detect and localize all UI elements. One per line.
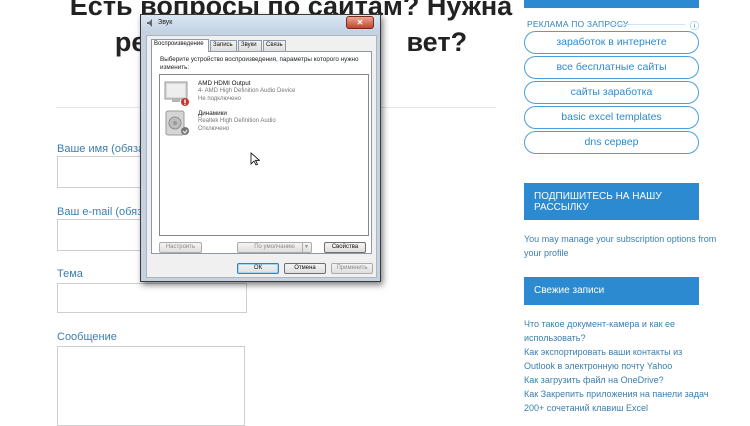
speaker-icon	[147, 19, 152, 27]
monitor-icon	[164, 81, 189, 106]
tab-communications[interactable]: Связь	[263, 40, 286, 51]
device-state: Отключено	[198, 126, 230, 132]
heading-line-2-right: вет?	[406, 27, 468, 57]
ad-link[interactable]: все бесплатные сайты	[524, 56, 699, 79]
sound-dialog: Звук ✕ Воспроизведение Запись Звуки Связ…	[140, 14, 381, 282]
subscribe-title: ПОДПИШИТЕСЬ НА НАШУ РАССЫЛКУ	[524, 183, 699, 220]
device-prompt: Выберите устройство воспроизведения, пар…	[160, 56, 359, 71]
ad-link[interactable]: basic excel templates	[524, 106, 699, 129]
device-state: Не подключено	[198, 96, 241, 102]
device-item-hdmi[interactable]: AMD HDMI Output 4- AMD High Definition A…	[163, 79, 363, 107]
subscribe-text[interactable]: You may manage your subscription options…	[524, 232, 724, 260]
cancel-button[interactable]: Отмена	[284, 263, 326, 274]
post-link[interactable]: Что такое документ-камера и как ее	[524, 317, 734, 331]
device-item-speakers[interactable]: Динамики Realtek High Definition Audio О…	[163, 109, 363, 137]
ok-button[interactable]: ОК	[237, 263, 279, 274]
configure-button[interactable]: Настроить	[159, 242, 202, 253]
post-link[interactable]: 200+ сочетаний клавиш Excel	[524, 401, 734, 415]
speaker-icon	[165, 110, 189, 136]
sidebar-header-bar	[524, 0, 699, 8]
ad-link[interactable]: сайты заработка	[524, 81, 699, 104]
ad-link[interactable]: заработок в интернете	[524, 31, 699, 54]
dropdown-arrow-icon: ▼	[302, 243, 310, 252]
dialog-title: Звук	[158, 19, 173, 26]
recent-posts-list: Что такое документ-камера и как ее испол…	[524, 317, 734, 415]
device-driver: 4- AMD High Definition Audio Device	[198, 88, 296, 94]
tab-playback[interactable]: Воспроизведение	[151, 39, 209, 52]
dialog-body: Воспроизведение Запись Звуки Связь Выбер…	[146, 35, 377, 278]
device-name: Динамики	[198, 110, 227, 117]
apply-button[interactable]: Применить	[331, 263, 373, 274]
device-list: AMD HDMI Output 4- AMD High Definition A…	[159, 74, 369, 236]
ad-divider	[613, 24, 685, 25]
set-default-button[interactable]: По умолчанию ▼	[237, 242, 312, 253]
post-link[interactable]: использовать?	[524, 331, 734, 345]
mouse-cursor-icon	[250, 152, 260, 166]
ad-link[interactable]: dns сервер	[524, 131, 699, 154]
recent-posts-title: Свежие записи	[524, 277, 699, 305]
device-driver: Realtek High Definition Audio	[198, 118, 276, 124]
post-link[interactable]: Outlook в электронную почту Yahoo	[524, 359, 734, 373]
tab-sounds[interactable]: Звуки	[238, 40, 262, 51]
set-default-label: По умолчанию	[254, 244, 295, 250]
dialog-titlebar[interactable]: Звук ✕	[141, 15, 380, 32]
post-link[interactable]: Как загрузить файл на OneDrive?	[524, 373, 734, 387]
message-label: Сообщение	[57, 331, 117, 343]
properties-button[interactable]: Свойства	[324, 242, 366, 253]
message-textarea[interactable]	[57, 346, 245, 426]
tab-recording[interactable]: Запись	[210, 40, 237, 51]
info-icon[interactable]: ⓘ	[690, 19, 699, 32]
close-button[interactable]: ✕	[346, 16, 374, 29]
topic-label: Тема	[57, 268, 83, 280]
post-link[interactable]: Как Закрепить приложения на панели задач	[524, 387, 734, 401]
topic-input[interactable]	[57, 283, 247, 313]
post-link[interactable]: Как экспортировать ваши контакты из	[524, 345, 734, 359]
device-name: AMD HDMI Output	[198, 80, 251, 87]
playback-panel: Выберите устройство воспроизведения, пар…	[151, 51, 372, 254]
